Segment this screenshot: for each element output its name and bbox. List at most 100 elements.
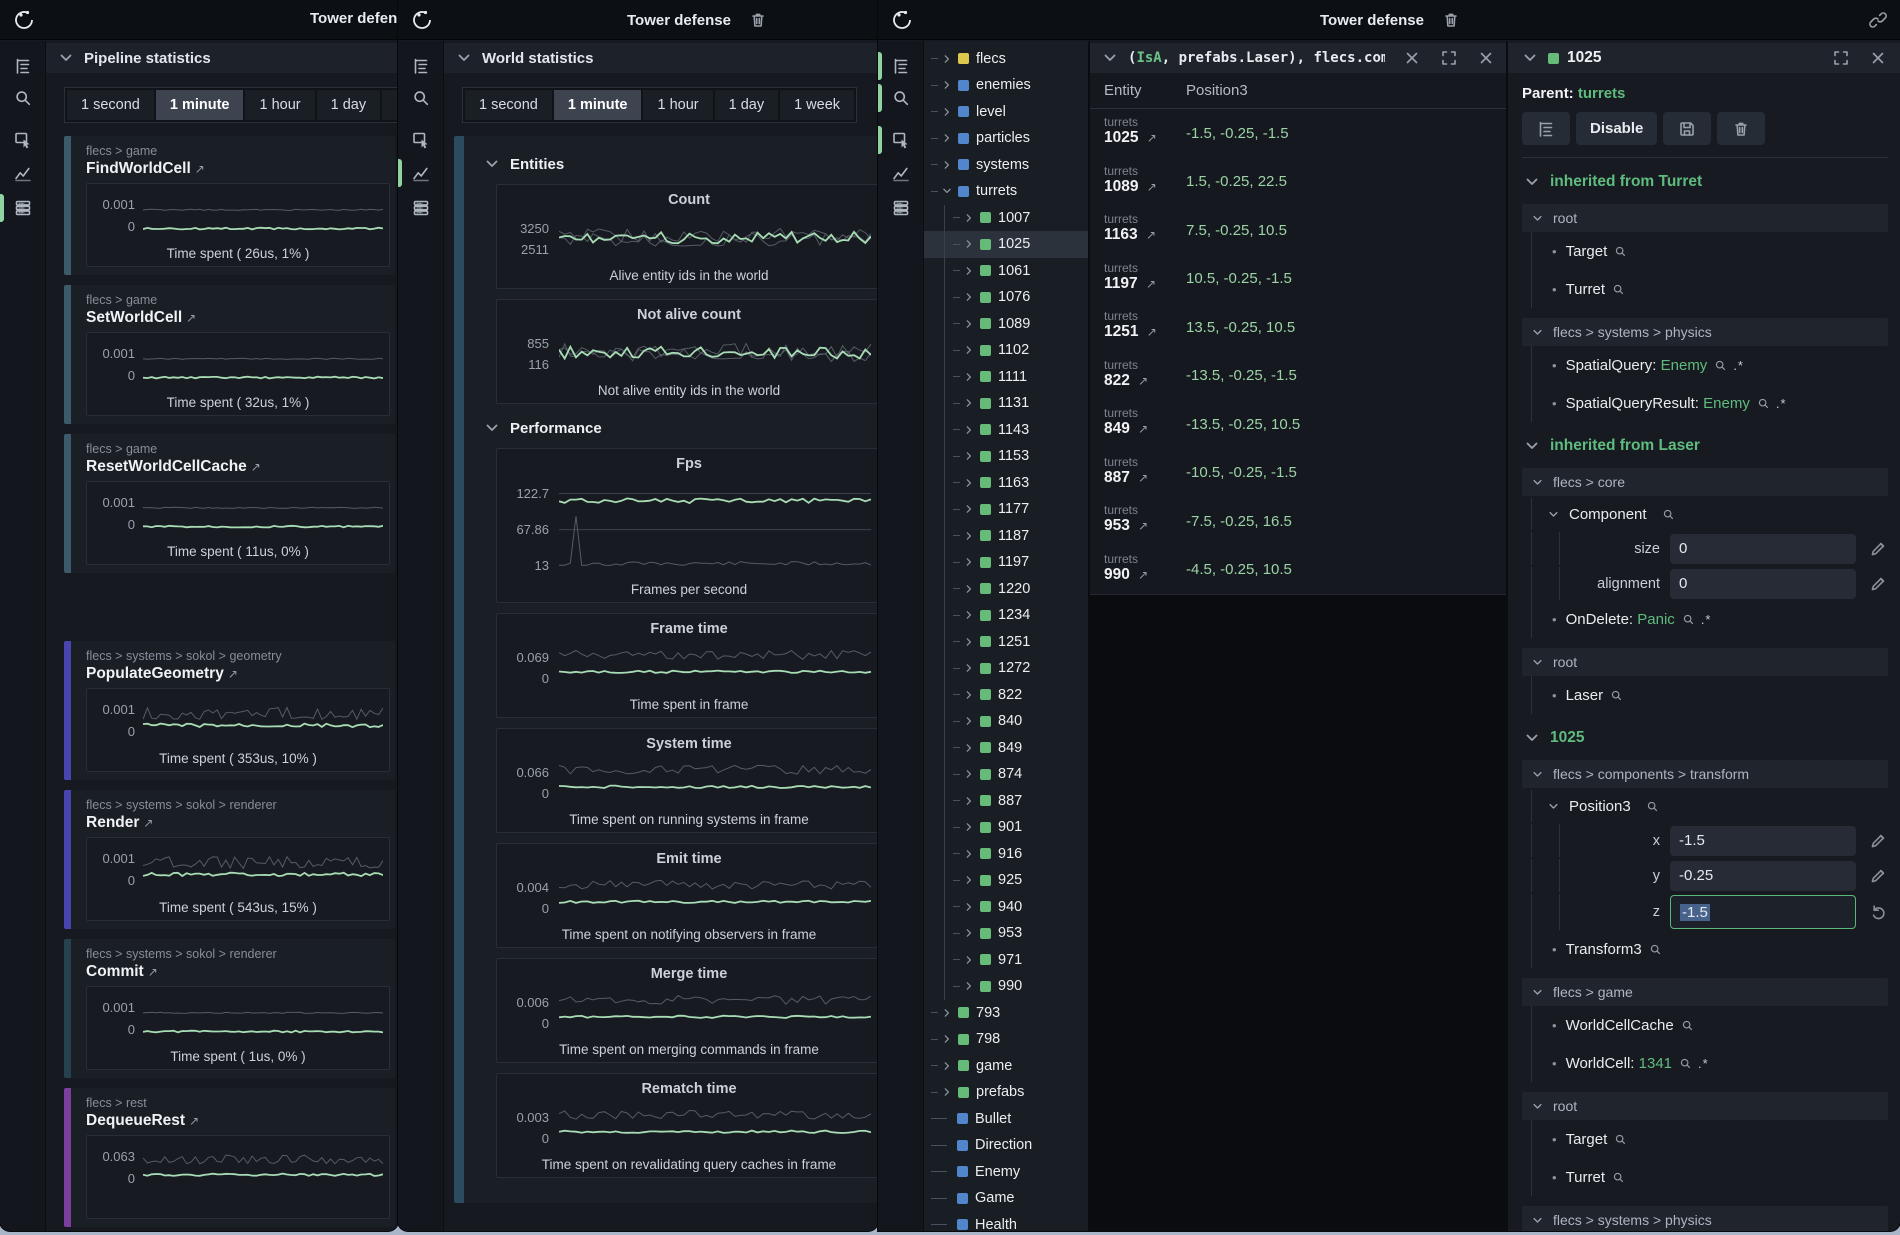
scope-band[interactable]: flecs > systems > physics [1522,1206,1888,1231]
inspect-panel-icon[interactable] [889,128,913,152]
tree-item-flecs[interactable]: flecs [924,46,1088,73]
scope-band[interactable]: root [1522,1092,1888,1120]
tree-item-Direction[interactable]: Direction [924,1132,1088,1159]
scope-band[interactable]: flecs > systems > physics [1522,318,1888,346]
scope-band[interactable]: flecs > core [1522,468,1888,496]
tree-item-Bullet[interactable]: Bullet [924,1106,1088,1133]
tab-1-week[interactable]: 1 week [780,90,854,120]
tree-item-Enemy[interactable]: Enemy [924,1159,1088,1186]
chevron-right-icon[interactable] [962,499,976,519]
chevron-right-icon[interactable] [962,976,976,996]
section-header-performance[interactable]: Performance [464,404,878,448]
query-result-row[interactable]: turrets 990 ↗ -4.5, -0.25, 10.5 [1090,546,1506,595]
chevron-right-icon[interactable] [962,632,976,652]
tree-item-840[interactable]: 840 [924,708,1088,735]
system-name-link[interactable]: SetWorldCell↗ [86,309,390,327]
tree-item-940[interactable]: 940 [924,894,1088,921]
chevron-down-icon[interactable] [1100,48,1120,68]
tree-item-1007[interactable]: 1007 [924,205,1088,232]
row-entity-id[interactable]: 1163 ↗ [1104,226,1186,244]
edit-pencil-icon[interactable] [1868,866,1888,886]
field-input-z[interactable]: -1.5 [1670,895,1856,929]
tree-panel-icon[interactable] [409,54,433,78]
chevron-right-icon[interactable] [962,208,976,228]
query-result-row[interactable]: turrets 887 ↗ -10.5, -0.25, -1.5 [1090,449,1506,498]
chevron-right-icon[interactable] [962,764,976,784]
close-icon[interactable] [1476,48,1496,68]
tree-item-798[interactable]: 798 [924,1026,1088,1053]
component-value-link[interactable]: Enemy [1703,395,1750,412]
tab-1-day[interactable]: 1 day [715,90,778,120]
tree-item-1251[interactable]: 1251 [924,629,1088,656]
edit-pencil-icon[interactable] [1868,831,1888,851]
chevron-right-icon[interactable] [962,605,976,625]
tree-item-822[interactable]: 822 [924,682,1088,709]
system-name-link[interactable]: PopulateGeometry↗ [86,665,390,683]
chevron-right-icon[interactable] [940,1082,954,1102]
search-icon[interactable] [1679,1057,1692,1070]
tree-item-Health[interactable]: Health [924,1212,1088,1232]
chevron-down-icon[interactable] [1520,48,1540,68]
chevron-right-icon[interactable] [940,155,954,175]
tree-item-level[interactable]: level [924,99,1088,126]
save-button[interactable] [1663,112,1711,145]
chevron-right-icon[interactable] [962,552,976,572]
row-entity-id[interactable]: 822 ↗ [1104,372,1186,390]
chevron-right-icon[interactable] [962,844,976,864]
tree-item-1197[interactable]: 1197 [924,549,1088,576]
chevron-right-icon[interactable] [962,711,976,731]
tab-1-second[interactable]: 1 second [67,90,154,120]
system-name-link[interactable]: DequeueRest↗ [86,1112,390,1130]
tree-item-1025[interactable]: 1025 [924,231,1088,258]
stats-panel-icon[interactable] [11,196,35,220]
field-input-x[interactable]: -1.5 [1670,826,1856,856]
search-icon[interactable] [1612,1171,1625,1184]
tree-item-1220[interactable]: 1220 [924,576,1088,603]
tree-item-1163[interactable]: 1163 [924,470,1088,497]
search-icon[interactable] [1614,245,1627,258]
chevron-right-icon[interactable] [962,367,976,387]
tab-1-second[interactable]: 1 second [465,90,552,120]
tree-item-1234[interactable]: 1234 [924,602,1088,629]
search-icon[interactable] [1612,283,1625,296]
tree-item-1131[interactable]: 1131 [924,390,1088,417]
chevron-right-icon[interactable] [962,314,976,334]
chart-panel-icon[interactable] [409,161,433,185]
tree-item-1272[interactable]: 1272 [924,655,1088,682]
section-header-entities[interactable]: Entities [464,140,878,184]
tree-item-Game[interactable]: Game [924,1185,1088,1212]
tree-item-turrets[interactable]: turrets [924,178,1088,205]
chart-panel-icon[interactable] [11,161,35,185]
search-panel-icon[interactable] [11,86,35,110]
search-icon[interactable] [1714,359,1727,372]
tree-item-prefabs[interactable]: prefabs [924,1079,1088,1106]
query-result-row[interactable]: turrets 1089 ↗ 1.5, -0.25, 22.5 [1090,158,1506,207]
chevron-right-icon[interactable] [962,287,976,307]
scope-band[interactable]: root [1522,204,1888,232]
search-panel-icon[interactable] [889,86,913,110]
chevron-right-icon[interactable] [962,817,976,837]
component-expand-Position3[interactable]: Position3 [1522,790,1888,822]
tree-item-916[interactable]: 916 [924,841,1088,868]
tab-1-hour[interactable]: 1 hour [643,90,712,120]
row-entity-id[interactable]: 953 ↗ [1104,517,1186,535]
chevron-right-icon[interactable] [962,658,976,678]
chevron-right-icon[interactable] [940,49,954,69]
tree-item-1061[interactable]: 1061 [924,258,1088,285]
system-name-link[interactable]: FindWorldCell↗ [86,160,390,178]
query-result-row[interactable]: turrets 953 ↗ -7.5, -0.25, 16.5 [1090,497,1506,546]
inspector-section-1025[interactable]: 1025 [1522,726,1888,750]
tab-1-hour[interactable]: 1 hour [245,90,314,120]
panel-header-world-statistics[interactable]: World statistics [444,43,878,73]
scope-band[interactable]: flecs > game [1522,978,1888,1006]
tree-view-button[interactable] [1522,112,1570,145]
component-value-link[interactable]: Panic [1637,611,1675,628]
tree-panel-icon[interactable] [889,54,913,78]
inspect-panel-icon[interactable] [11,128,35,152]
stats-panel-icon[interactable] [889,196,913,220]
row-entity-id[interactable]: 1025 ↗ [1104,129,1186,147]
component-value-link[interactable]: Enemy [1661,357,1708,374]
search-icon[interactable] [1681,1019,1694,1032]
system-name-link[interactable]: ResetWorldCellCache↗ [86,458,390,476]
row-entity-id[interactable]: 1251 ↗ [1104,323,1186,341]
